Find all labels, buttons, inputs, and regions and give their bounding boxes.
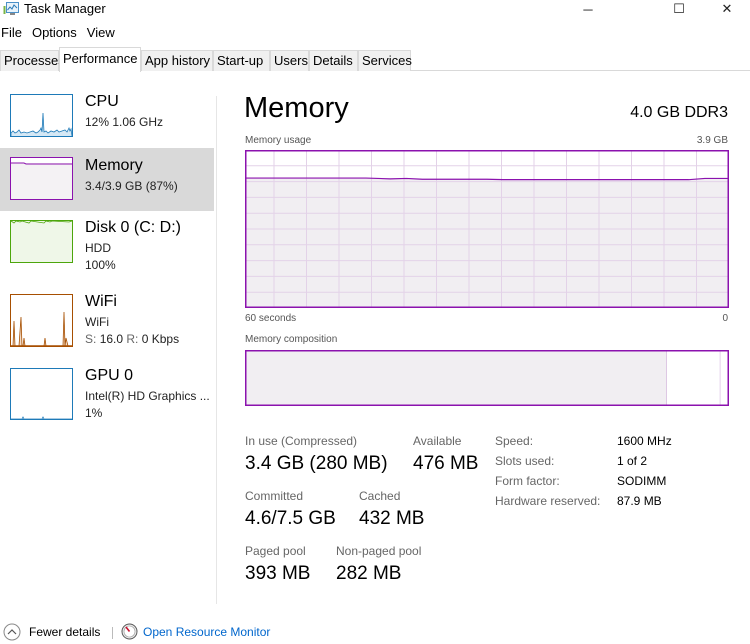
- open-resource-monitor-link[interactable]: Open Resource Monitor: [121, 623, 270, 640]
- committed-value: 4.6/7.5 GB: [245, 508, 336, 529]
- form-factor-value: SODIMM: [617, 474, 667, 488]
- speed-label: Speed:: [495, 434, 534, 448]
- close-icon: ✕: [721, 1, 733, 16]
- sidebar-item-gpu-0[interactable]: GPU 0 Intel(R) HD Graphics ... 1%: [0, 360, 214, 423]
- usage-graph-title: Memory usage: [245, 135, 312, 146]
- non-paged-pool-value: 282 MB: [336, 563, 402, 584]
- wifi-send-value: 16.0: [99, 332, 124, 346]
- in-use-value: 3.4 GB (280 MB): [245, 453, 388, 474]
- slots-used-value: 1 of 2: [617, 454, 648, 468]
- tab-processes[interactable]: Processes: [0, 50, 65, 71]
- cpu-thumbnail-graph: [10, 94, 73, 137]
- tab-users[interactable]: Users: [270, 50, 309, 71]
- fewer-details-label: Fewer details: [29, 625, 101, 639]
- sidebar-splitter[interactable]: [216, 96, 217, 604]
- menu-bar: File Options View: [0, 25, 124, 43]
- wifi-throughput-text: S: 16.0 R: 0 Kbps: [85, 332, 179, 346]
- tab-details[interactable]: Details: [309, 50, 358, 71]
- memory-title: Memory: [85, 157, 143, 174]
- available-value: 476 MB: [413, 453, 479, 474]
- task-manager-app-icon: [3, 2, 19, 15]
- maximize-button[interactable]: ☐: [656, 0, 702, 18]
- wifi-title: WiFi: [85, 293, 117, 310]
- resource-monitor-icon: [121, 623, 138, 640]
- paged-pool-value: 393 MB: [245, 563, 311, 584]
- memory-composition-bar: [245, 350, 729, 406]
- non-paged-pool-label: Non-paged pool: [336, 544, 422, 558]
- cpu-usage-text: 12% 1.06 GHz: [85, 115, 164, 129]
- wifi-send-label: S:: [85, 332, 97, 346]
- close-button[interactable]: ✕: [704, 0, 750, 18]
- committed-label: Committed: [245, 489, 304, 503]
- hardware-reserved-value: 87.9 MB: [617, 494, 662, 508]
- composition-segment-in-use: [245, 350, 667, 406]
- sidebar-item-cpu[interactable]: CPU 12% 1.06 GHz: [0, 86, 214, 149]
- disk-usage-text: 100%: [85, 258, 116, 272]
- memory-thumbnail-graph: [10, 157, 73, 200]
- resource-sidebar: CPU 12% 1.06 GHz Memory 3.4/3.9 GB (87%)…: [0, 86, 214, 606]
- composition-segment-standby: [666, 350, 721, 406]
- gpu-thumbnail-graph: [10, 368, 73, 420]
- speed-value: 1600 MHz: [617, 434, 672, 448]
- tab-performance[interactable]: Performance: [59, 47, 141, 72]
- menu-file[interactable]: File: [0, 25, 25, 43]
- usage-graph-max-label: 3.9 GB: [696, 135, 728, 146]
- wifi-thumbnail-graph: [10, 294, 73, 347]
- wifi-receive-value: 0 Kbps: [141, 332, 180, 346]
- maximize-icon: ☐: [673, 1, 685, 16]
- footer-divider: [112, 627, 113, 639]
- menu-options[interactable]: Options: [31, 25, 80, 43]
- disk-type-text: HDD: [85, 241, 111, 255]
- open-resource-monitor-label: Open Resource Monitor: [143, 624, 271, 639]
- footer-bar: Fewer details Open Resource Monitor: [0, 622, 750, 644]
- sidebar-item-disk-0[interactable]: Disk 0 (C: D:) HDD 100%: [0, 212, 214, 275]
- tab-strip: Processes Performance App history Start-…: [0, 47, 750, 72]
- x-axis-left-label: 60 seconds: [245, 313, 297, 324]
- sidebar-item-memory[interactable]: Memory 3.4/3.9 GB (87%): [0, 148, 214, 211]
- minimize-button[interactable]: ─: [565, 0, 611, 18]
- tab-start-up[interactable]: Start-up: [213, 50, 270, 71]
- gpu-adapter-text: Intel(R) HD Graphics ...: [85, 389, 210, 403]
- memory-usage-graph: [245, 150, 729, 308]
- wifi-adapter-text: WiFi: [85, 315, 109, 329]
- composition-segment-free: [720, 350, 726, 406]
- cached-value: 432 MB: [359, 508, 425, 529]
- composition-title: Memory composition: [245, 334, 338, 345]
- tab-services[interactable]: Services: [358, 50, 412, 71]
- disk-title: Disk 0 (C: D:): [85, 219, 181, 236]
- fewer-details-button[interactable]: Fewer details: [3, 623, 100, 641]
- menu-view[interactable]: View: [86, 25, 118, 43]
- form-factor-label: Form factor:: [495, 474, 560, 488]
- gpu-title: GPU 0: [85, 367, 134, 384]
- available-label: Available: [413, 434, 462, 448]
- sidebar-item-wifi[interactable]: WiFi WiFi S: 16.0 R: 0 Kbps: [0, 286, 214, 349]
- window-title: Task Manager: [24, 1, 106, 16]
- hardware-reserved-label: Hardware reserved:: [495, 494, 601, 508]
- paged-pool-label: Paged pool: [245, 544, 306, 558]
- x-axis-right-label: 0: [722, 313, 728, 324]
- memory-usage-text: 3.4/3.9 GB (87%): [85, 179, 178, 193]
- memory-spec: 4.0 GB DDR3: [630, 104, 728, 121]
- minimize-icon: ─: [583, 1, 593, 17]
- wifi-receive-label: R:: [126, 332, 139, 346]
- cached-label: Cached: [359, 489, 401, 503]
- cpu-title: CPU: [85, 93, 119, 110]
- gpu-usage-text: 1%: [85, 406, 103, 420]
- title-bar: Task Manager ─ ☐ ✕: [0, 0, 750, 20]
- in-use-label: In use (Compressed): [245, 434, 358, 448]
- tab-app-history[interactable]: App history: [141, 50, 213, 71]
- disk-thumbnail-graph: [10, 220, 73, 263]
- page-title: Memory: [244, 92, 349, 124]
- chevron-up-circle-icon: [3, 623, 21, 641]
- slots-used-label: Slots used:: [495, 454, 555, 468]
